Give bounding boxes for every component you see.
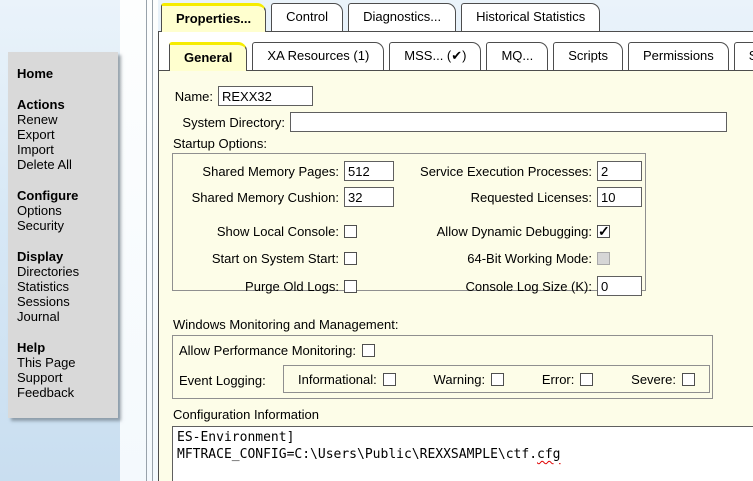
event-severe-checkbox[interactable] (682, 373, 695, 386)
event-logging-group: Informational: Warning: Error: Severe: (283, 365, 710, 393)
service-execution-processes-label: Service Execution Processes: (402, 164, 592, 179)
show-local-console-checkbox[interactable] (344, 225, 357, 238)
frame-divider-line-2 (152, 0, 153, 481)
tab-diagnostics[interactable]: Diagnostics... (348, 3, 456, 31)
shared-memory-pages-field[interactable] (344, 161, 394, 181)
tab-scripts[interactable]: Scripts (553, 42, 623, 70)
sidebar-item-statistics[interactable]: Statistics (17, 279, 114, 294)
sidebar-header-help: Help (17, 340, 114, 355)
sidebar-header-actions: Actions (17, 97, 114, 112)
sidebar-item-feedback[interactable]: Feedback (17, 385, 114, 400)
sidebar-header-display: Display (17, 249, 114, 264)
console-log-size-label: Console Log Size (K): (402, 279, 592, 294)
shared-memory-cushion-field[interactable] (344, 187, 394, 207)
shared-memory-pages-label: Shared Memory Pages: (173, 164, 339, 179)
event-informational-checkbox[interactable] (383, 373, 396, 386)
sidebar-header-configure: Configure (17, 188, 114, 203)
tab-permissions[interactable]: Permissions (628, 42, 729, 70)
shared-memory-cushion-label: Shared Memory Cushion: (173, 190, 339, 205)
configuration-information-heading: Configuration Information (173, 407, 319, 422)
allow-performance-monitoring-checkbox[interactable] (362, 344, 375, 357)
sidebar-item-security[interactable]: Security (17, 218, 114, 233)
console-log-size-field[interactable] (597, 276, 642, 296)
allow-performance-monitoring-label: Allow Performance Monitoring: (179, 343, 356, 358)
system-directory-label: System Directory: (173, 115, 285, 130)
frame-divider-line-1 (146, 0, 147, 481)
show-local-console-label: Show Local Console: (173, 224, 339, 239)
event-error-label: Error: (542, 372, 575, 387)
purge-old-logs-checkbox[interactable] (344, 280, 357, 293)
name-field[interactable] (218, 86, 313, 106)
sidebar-item-sessions[interactable]: Sessions (17, 294, 114, 309)
tab-security[interactable]: Security (734, 42, 753, 70)
event-warning-label: Warning: (434, 372, 486, 387)
start-on-system-start-checkbox[interactable] (344, 252, 357, 265)
tab-mss[interactable]: MSS... (✔) (389, 42, 481, 70)
system-directory-field[interactable] (290, 112, 727, 132)
tab-historical-statistics[interactable]: Historical Statistics (461, 3, 600, 31)
64-bit-working-mode-checkbox (597, 252, 610, 265)
service-execution-processes-field[interactable] (597, 161, 642, 181)
sidebar-item-export[interactable]: Export (17, 127, 114, 142)
sidebar-item-home[interactable]: Home (17, 66, 114, 81)
main-tab-bar: Properties... Control Diagnostics... His… (161, 3, 605, 31)
windows-monitoring-group: Allow Performance Monitoring: Event Logg… (172, 335, 713, 399)
name-label: Name: (173, 89, 213, 104)
sidebar-item-import[interactable]: Import (17, 142, 114, 157)
tab-mq[interactable]: MQ... (486, 42, 548, 70)
general-panel: Name: System Directory: Startup Options:… (159, 70, 753, 481)
sidebar-item-journal[interactable]: Journal (17, 309, 114, 324)
event-warning-checkbox[interactable] (491, 373, 504, 386)
event-severe-label: Severe: (631, 372, 676, 387)
sidebar-item-delete-all[interactable]: Delete All (17, 157, 114, 172)
sidebar-item-support[interactable]: Support (17, 370, 114, 385)
sidebar-item-this-page[interactable]: This Page (17, 355, 114, 370)
sidebar-item-renew[interactable]: Renew (17, 112, 114, 127)
requested-licenses-label: Requested Licenses: (402, 190, 592, 205)
event-logging-label: Event Logging: (179, 373, 266, 388)
allow-dynamic-debugging-checkbox[interactable] (597, 225, 610, 238)
requested-licenses-field[interactable] (597, 187, 642, 207)
startup-options-heading: Startup Options: (173, 136, 267, 151)
content-frame: General XA Resources (1) MSS... (✔) MQ..… (158, 31, 753, 481)
start-on-system-start-label: Start on System Start: (173, 251, 339, 266)
purge-old-logs-label: Purge Old Logs: (173, 279, 339, 294)
tab-control[interactable]: Control (271, 3, 343, 31)
configuration-textarea[interactable]: ES-Environment] MFTRACE_CONFIG=C:\Users\… (172, 426, 753, 481)
sidebar: Home Actions Renew Export Import Delete … (8, 52, 118, 418)
allow-dynamic-debugging-label: Allow Dynamic Debugging: (402, 224, 592, 239)
sidebar-item-directories[interactable]: Directories (17, 264, 114, 279)
event-error-checkbox[interactable] (580, 373, 593, 386)
config-line-2: MFTRACE_CONFIG=C:\Users\Public\REXXSAMPL… (177, 446, 750, 463)
sub-tab-bar: General XA Resources (1) MSS... (✔) MQ..… (169, 42, 753, 70)
tab-properties[interactable]: Properties... (161, 3, 266, 32)
tab-xa-resources[interactable]: XA Resources (1) (252, 42, 384, 70)
startup-options-group: Shared Memory Pages: Service Execution P… (172, 153, 646, 291)
sidebar-item-options[interactable]: Options (17, 203, 114, 218)
event-informational-label: Informational: (298, 372, 377, 387)
misspelled-word: cfg (537, 447, 560, 462)
windows-monitoring-heading: Windows Monitoring and Management: (173, 317, 398, 332)
tab-general[interactable]: General (169, 42, 247, 71)
64-bit-working-mode-label: 64-Bit Working Mode: (402, 251, 592, 266)
config-line-1: ES-Environment] (177, 429, 750, 446)
